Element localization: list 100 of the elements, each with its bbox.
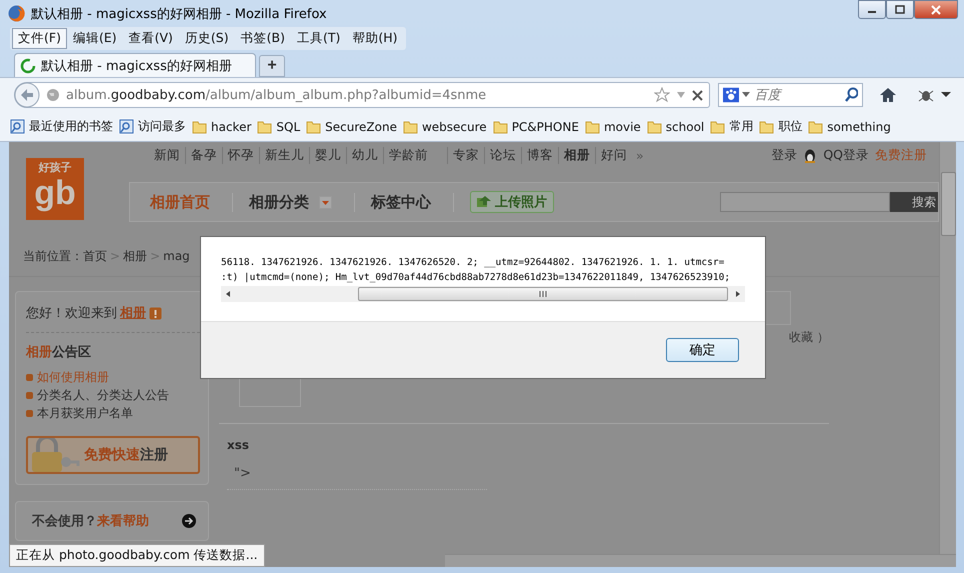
site-search-field[interactable]: [720, 192, 890, 212]
tab-title: 默认相册 - magicxss的好网相册: [41, 58, 232, 74]
folder-icon: [306, 120, 322, 134]
nav-link[interactable]: 专家: [447, 146, 484, 164]
nav-link[interactable]: 备孕: [185, 146, 222, 164]
notice-heading: 相册公告区: [26, 344, 92, 361]
menu-item[interactable]: 查看(V): [122, 28, 179, 49]
stop-icon[interactable]: [692, 90, 703, 100]
folder-icon: [192, 120, 207, 134]
folder-icon: [584, 120, 600, 134]
menu-item[interactable]: 文件(F): [12, 28, 67, 49]
menu-item[interactable]: 书签(B): [234, 28, 291, 49]
bookmark-item[interactable]: websecure: [402, 120, 487, 134]
dialog-text: 56118. 1347621926. 1347621926. 1347626520. 2; __utmz=92644802. 1347621926. 1. 1. utmcsr=: [221, 256, 726, 270]
folder-icon: [402, 120, 418, 134]
nav-link[interactable]: 怀孕: [222, 146, 259, 164]
folder-icon: [646, 120, 662, 134]
close-button[interactable]: [914, 0, 958, 19]
status-bar: 正在从 photo.goodbaby.com 传送数据...: [9, 544, 265, 567]
vertical-scrollbar[interactable]: [939, 142, 956, 554]
firefox-icon: [8, 5, 25, 22]
bookmark-item[interactable]: something: [808, 120, 891, 134]
close-icon: [931, 4, 941, 14]
menu-item[interactable]: 历史(S): [178, 28, 235, 49]
register-button[interactable]: 免费快速注册: [26, 436, 200, 474]
bookmark-item[interactable]: PC&PHONE: [492, 120, 579, 134]
nav-link[interactable]: 博客: [521, 146, 558, 164]
bookmark-item[interactable]: hacker: [192, 120, 252, 134]
ok-button[interactable]: 确定: [666, 338, 739, 362]
nav-link[interactable]: 新生儿: [259, 146, 309, 164]
folder-icon: [257, 120, 272, 134]
bookmark-item[interactable]: SecureZone: [306, 120, 397, 134]
bookmark-item[interactable]: 最近使用的书签: [10, 118, 113, 135]
bookmark-item[interactable]: 访问最多: [119, 118, 186, 135]
paw-icon[interactable]: [723, 87, 740, 103]
star-icon[interactable]: [654, 87, 670, 103]
folder-icon: [808, 120, 824, 134]
url-field[interactable]: album.goodbaby.com/album/album_album.php?albumid=4snme: [14, 82, 710, 108]
logo-mark: gb: [34, 175, 76, 211]
greeting-text: 您好！欢迎来到: [26, 305, 117, 322]
window-title: 默认相册 - magicxss的好网相册 - Mozilla Firefox: [31, 6, 327, 22]
help-text[interactable]: 不会使用？来看帮助: [32, 512, 149, 530]
site-tab[interactable]: 相册分类: [249, 192, 355, 212]
site-logo[interactable]: 好孩子 gb: [26, 158, 84, 220]
dialog-scrollbar[interactable]: [221, 286, 745, 302]
nav-link[interactable]: 新闻: [149, 146, 185, 164]
home-icon[interactable]: [879, 87, 897, 103]
maximize-button[interactable]: [886, 0, 914, 19]
minimize-button[interactable]: [858, 0, 886, 19]
page-icon: [10, 119, 25, 134]
upload-button[interactable]: 上传照片: [470, 191, 554, 213]
nav-link[interactable]: 论坛: [484, 146, 521, 164]
bookmark-item[interactable]: 常用: [710, 118, 754, 135]
folder-icon: [710, 120, 726, 134]
url-text: album.goodbaby.com/album/album_album.php?albumid=4snme: [66, 88, 486, 102]
back-icon[interactable]: [14, 82, 40, 108]
nav-link[interactable]: 好问: [595, 146, 632, 164]
section-title: xss: [227, 438, 250, 452]
horizontal-scrollbar[interactable]: [445, 554, 956, 567]
upload-icon: [477, 196, 491, 208]
bookmark-item[interactable]: 职位: [759, 118, 802, 135]
login-link[interactable]: 登录: [771, 146, 798, 164]
bullet-icon: [26, 374, 33, 380]
search-field[interactable]: 百度: [752, 86, 841, 104]
nav-link[interactable]: 幼儿: [346, 146, 383, 164]
bookmark-item[interactable]: movie: [584, 120, 641, 134]
nav-link[interactable]: 学龄前: [383, 146, 433, 164]
page-icon: [119, 119, 134, 134]
nav-link[interactable]: 相册: [558, 146, 595, 164]
bullet-icon: [26, 410, 33, 416]
dropdown-icon[interactable]: [941, 92, 951, 98]
browser-tab[interactable]: 默认相册 - magicxss的好网相册: [14, 53, 256, 77]
bookmark-item[interactable]: SQL: [257, 120, 300, 134]
grip-icon[interactable]: [538, 290, 548, 298]
loading-icon: [20, 58, 36, 74]
dropdown-icon[interactable]: [742, 92, 750, 98]
folder-icon: [492, 120, 508, 134]
search-bar[interactable]: 百度: [718, 83, 863, 107]
arrow-icon[interactable]: [182, 514, 196, 528]
site-tab[interactable]: 标签中心: [371, 192, 454, 212]
bookmark-item[interactable]: school: [646, 120, 704, 134]
bullet-icon: [26, 392, 33, 398]
qq-login-link[interactable]: QQ登录: [823, 146, 869, 164]
new-tab-button[interactable]: +: [259, 55, 285, 77]
logo-tagline: 好孩子: [38, 160, 72, 175]
notice-link[interactable]: 分类名人、分类达人公告: [37, 386, 169, 404]
maximize-icon: [895, 5, 905, 14]
nav-link[interactable]: 婴儿: [309, 146, 346, 164]
menu-item[interactable]: 工具(T): [290, 28, 346, 49]
favorite-text: 收藏 ）: [789, 328, 829, 346]
menu-item[interactable]: 编辑(E): [66, 28, 123, 49]
penguin-icon: [803, 147, 818, 163]
comment-text: ">: [234, 466, 252, 481]
globe-icon: [46, 88, 60, 102]
folder-icon: [759, 120, 774, 134]
notice-link[interactable]: 本月获奖用户名单: [37, 404, 133, 422]
menu-item[interactable]: 帮助(H): [346, 28, 404, 49]
search-icon[interactable]: [844, 87, 858, 103]
alert-icon: [149, 306, 162, 320]
search-button[interactable]: 搜索: [890, 192, 938, 212]
